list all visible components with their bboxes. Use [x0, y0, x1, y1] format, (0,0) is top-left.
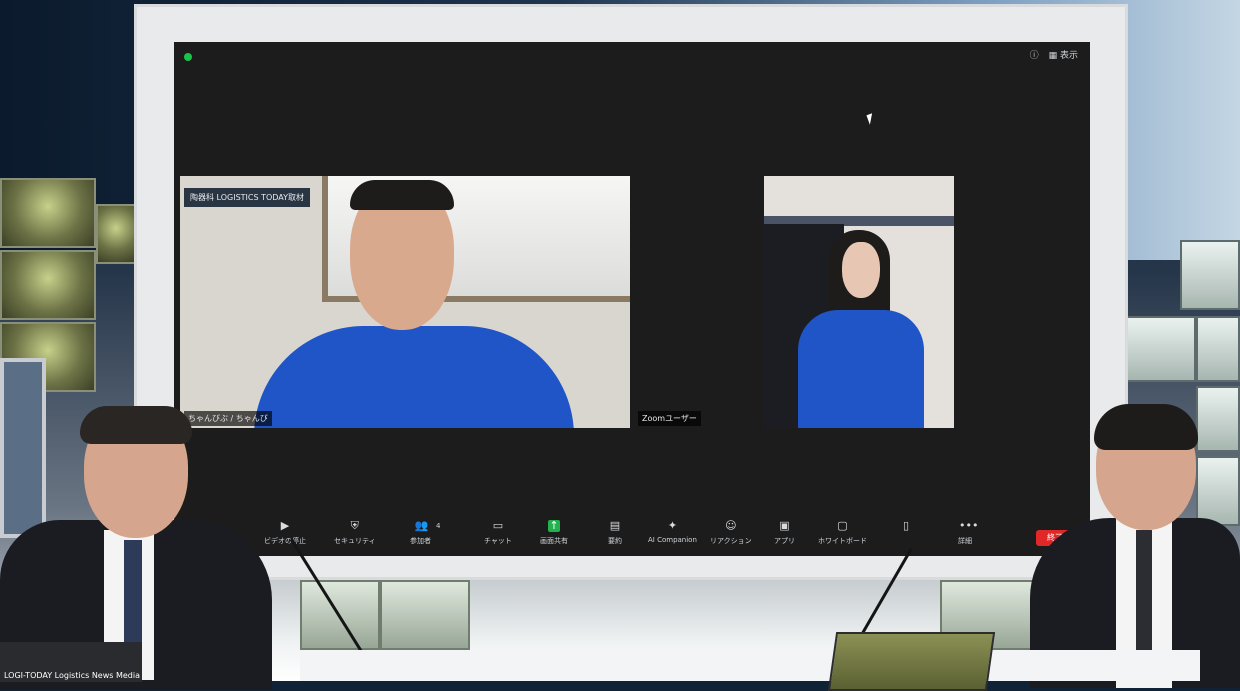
studio-block	[0, 250, 96, 320]
shield-icon: ⛨	[350, 519, 359, 532]
toolbar-label: 要約	[608, 537, 622, 545]
notes-icon: ▯	[902, 519, 910, 532]
chat-icon: ▭	[492, 519, 504, 532]
whiteboard-icon: ▢	[837, 519, 848, 532]
share-screen-button[interactable]: ↑ 画面共有	[540, 520, 568, 546]
toolbar-label: セキュリティ	[334, 537, 376, 545]
toolbar-label: アプリ	[774, 537, 795, 545]
connection-status-icon	[184, 53, 192, 61]
participants-icon: 👥	[414, 519, 429, 532]
reaction-button[interactable]: ☺ リアクション	[710, 520, 752, 546]
ai-companion-button[interactable]: ✦ AI Companion	[648, 519, 697, 545]
share-screen-icon: ↑	[548, 519, 560, 532]
view-button[interactable]: ▦ 表示	[1049, 48, 1078, 61]
grid-icon: ▦	[1048, 51, 1058, 61]
reaction-icon: ☺	[725, 519, 737, 532]
more-icon: •••	[959, 519, 979, 532]
info-icon[interactable]: ⓘ	[1030, 48, 1039, 61]
host-right	[1030, 400, 1240, 688]
toolbar-label: ホワイトボード	[818, 537, 867, 545]
top-right-controls: ⓘ ▦ 表示	[1030, 48, 1078, 61]
whiteboard-button[interactable]: ▢ ホワイトボード	[818, 520, 867, 546]
studio-block	[1196, 316, 1240, 382]
view-label: 表示	[1059, 51, 1078, 61]
studio-block	[1126, 316, 1196, 382]
participant-woman	[764, 176, 954, 428]
participant-name-label: Zoomユーザー	[638, 411, 701, 426]
toolbar-label: 参加者	[410, 537, 431, 545]
summary-icon: ▤	[609, 519, 621, 532]
mouse-cursor-icon	[866, 113, 876, 125]
studio-block	[96, 204, 136, 264]
chat-button[interactable]: ▭ チャット	[484, 520, 512, 546]
studio-block	[0, 178, 96, 248]
zoom-meeting-window: ⓘ ▦ 表示 陶器科 LOGISTICS TODAY取材 ちゃんびぶ / ちゃん…	[174, 42, 1090, 556]
studio-block	[1180, 240, 1240, 310]
apps-icon: ▣	[779, 519, 790, 532]
ai-companion-icon: ✦	[667, 519, 678, 532]
participant-count-label: 4	[436, 522, 441, 530]
participant-label-area: Zoomユーザー	[636, 176, 762, 428]
summary-button[interactable]: ▤ 要約	[608, 520, 622, 546]
participant-count: 4	[436, 522, 440, 530]
security-button[interactable]: ⛨ セキュリティ	[334, 520, 376, 546]
toolbar-label: AI Companion	[648, 536, 697, 544]
notes-button[interactable]: ▯	[900, 520, 912, 536]
toolbar-label: 詳細	[958, 537, 972, 545]
apps-button[interactable]: ▣ アプリ	[774, 520, 795, 546]
toolbar-label: チャット	[484, 537, 512, 545]
toolbar-label: リアクション	[710, 537, 752, 545]
participant-man	[180, 176, 630, 428]
studio-laptop	[827, 632, 996, 691]
more-button[interactable]: ••• 詳細	[958, 519, 979, 546]
floor-block	[380, 580, 470, 650]
participants-button[interactable]: 👥 参加者	[410, 520, 431, 546]
toolbar-label: 画面共有	[540, 537, 568, 545]
ticker-text: LOGI-TODAY Logistics News Media	[4, 671, 140, 680]
video-icon: ▶	[280, 519, 290, 532]
participant-video-tile[interactable]	[764, 176, 954, 428]
participant-video-tile[interactable]: 陶器科 LOGISTICS TODAY取材 ちゃんびぶ / ちゃんび	[180, 176, 630, 428]
host-left	[0, 400, 280, 690]
